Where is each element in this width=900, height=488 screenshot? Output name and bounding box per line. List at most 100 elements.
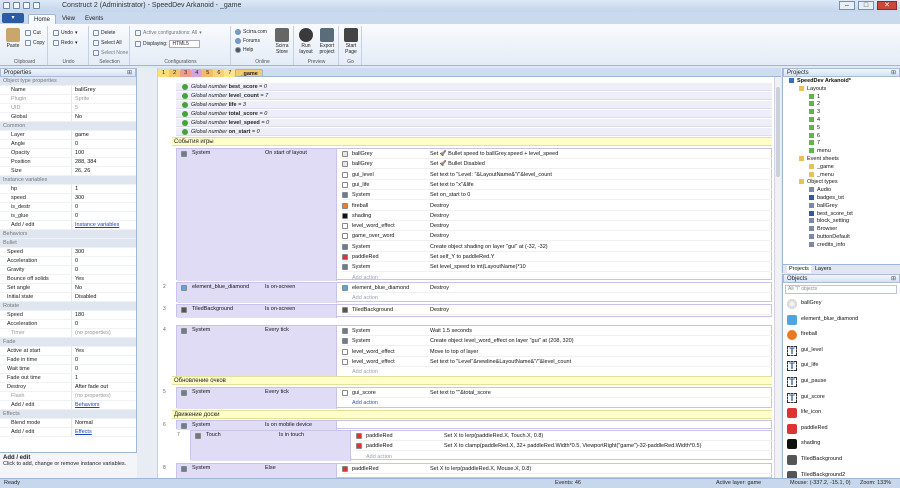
property-row[interactable]: Global No (0, 113, 136, 122)
action-row[interactable]: element_blue_diamond Destroy (342, 283, 772, 293)
editor-tab[interactable]: 3 (180, 69, 192, 77)
close-button[interactable]: ✕ (877, 1, 897, 10)
tree-item[interactable]: best_score_txt (783, 211, 900, 219)
property-value[interactable]: 288, 384 (72, 158, 136, 166)
property-row[interactable]: Plugin Sprite (0, 95, 136, 104)
tree-item[interactable]: 5 (783, 125, 900, 133)
pin-icon[interactable]: ⊞ (891, 275, 896, 284)
file-menu-button[interactable]: ▾ (2, 13, 24, 23)
select-none-button[interactable]: Select None (93, 50, 128, 56)
global-variable-row[interactable]: Global number on_start = 0 (176, 128, 772, 136)
condition-row[interactable]: System Every tick (177, 326, 337, 335)
tree-item[interactable]: Browser (783, 226, 900, 234)
select-all-button[interactable]: Select All (93, 40, 122, 46)
add-action-button[interactable]: Add action (342, 398, 772, 408)
event-sheet-scrollbar[interactable] (774, 77, 781, 478)
property-value[interactable]: 1 (72, 374, 136, 382)
tree-item[interactable]: _menu (783, 172, 900, 180)
property-value[interactable]: 0 (72, 203, 136, 211)
tree-item[interactable]: 4 (783, 117, 900, 125)
property-row[interactable]: Fade in time 0 (0, 356, 136, 365)
tree-item[interactable]: menu (783, 148, 900, 156)
event-block[interactable]: 7 Touch Is in touch paddleRed Set X to lerp(… (177, 430, 774, 462)
property-value[interactable]: Instance variables (72, 221, 136, 229)
property-row[interactable]: Speed 300 (0, 248, 136, 257)
pin-icon[interactable]: ⊞ (891, 69, 896, 78)
property-value[interactable]: 26, 26 (72, 167, 136, 175)
delete-button[interactable]: Delete (93, 30, 115, 36)
action-row[interactable]: System Set on_start to 0 (342, 190, 772, 201)
property-value[interactable]: (no properties) (72, 392, 136, 400)
action-row[interactable]: System Wait 1.5 seconds (342, 326, 772, 336)
property-row[interactable]: Layer game (0, 131, 136, 140)
property-value[interactable]: Behaviors (72, 401, 136, 409)
minimize-button[interactable]: – (839, 1, 855, 10)
tree-item[interactable]: SpeedDev Arkanoid* (783, 78, 900, 86)
maximize-button[interactable]: □ (858, 1, 874, 10)
property-row[interactable]: Blend mode Normal (0, 419, 136, 428)
copy-button[interactable]: Copy (25, 40, 45, 46)
condition-row[interactable]: System Every tick (177, 388, 337, 397)
event-block[interactable]: 5 System Every tick gui_score Set text to ""… (163, 387, 772, 409)
property-value[interactable]: Disabled (72, 293, 136, 301)
event-condition-area[interactable] (177, 149, 337, 281)
add-action-button[interactable]: Add action (342, 293, 772, 303)
cut-button[interactable]: Cut (25, 30, 41, 36)
property-row[interactable]: Angle 0 (0, 140, 136, 149)
object-item[interactable]: Tgui_level (783, 343, 900, 359)
pin-icon[interactable]: ⊞ (127, 69, 132, 78)
add-action-button[interactable]: Add action (356, 452, 774, 462)
property-row[interactable]: Timer (no properties) (0, 329, 136, 338)
scirra-store-button[interactable]: Scirra Store (272, 28, 292, 55)
editor-tab[interactable]: 4 (191, 69, 203, 77)
event-sheet[interactable]: Global number best_score = 0 Global numbe… (158, 77, 774, 478)
property-value[interactable]: ballGrey (72, 86, 136, 94)
run-layout-button[interactable]: Run layout (297, 28, 315, 55)
tab-projects[interactable]: Projects (787, 265, 811, 273)
property-row[interactable]: speed 300 (0, 194, 136, 203)
property-value[interactable]: 100 (72, 149, 136, 157)
tab-layers[interactable]: Layers (815, 265, 832, 273)
object-item[interactable]: element_blue_diamond (783, 312, 900, 328)
property-row[interactable]: Speed 180 (0, 311, 136, 320)
property-value[interactable]: No (72, 113, 136, 121)
property-value[interactable]: 0 (72, 320, 136, 328)
property-row[interactable]: hp 1 (0, 185, 136, 194)
tree-item[interactable]: 7 (783, 140, 900, 148)
action-row[interactable]: System Create object level_word_effect on… (342, 336, 772, 347)
global-variable-row[interactable]: Global number best_score = 0 (176, 83, 772, 91)
action-row[interactable]: System Set level_speed to int(LayoutName)… (342, 262, 772, 273)
object-item[interactable]: life_icon (783, 405, 900, 421)
active-configurations-select[interactable]: Active configurations: All ▾ (135, 30, 202, 36)
undo-icon[interactable] (23, 2, 30, 9)
forums-link[interactable]: Forums (235, 38, 260, 44)
action-row[interactable]: level_word_effect Set text to "Level"&new… (342, 357, 772, 367)
property-value[interactable]: No (72, 284, 136, 292)
condition-row[interactable]: System Else (177, 464, 337, 473)
action-row[interactable]: paddleRed Set X to lerp(paddleRed.X, Touc… (356, 431, 774, 441)
paste-button[interactable]: Paste (5, 28, 21, 49)
property-value[interactable]: 0 (72, 257, 136, 265)
objects-filter[interactable]: All "/" objects (785, 285, 897, 294)
property-row[interactable]: Name ballGrey (0, 86, 136, 95)
property-value[interactable]: game (72, 131, 136, 139)
tree-item[interactable]: 2 (783, 101, 900, 109)
tree-item[interactable]: Layouts (783, 86, 900, 94)
tree-item[interactable]: Audio (783, 187, 900, 195)
redo-button[interactable]: Redo ▾ (53, 40, 77, 46)
save-icon[interactable] (13, 2, 20, 9)
property-row[interactable]: is_glue 0 (0, 212, 136, 221)
condition-row[interactable]: System Is on mobile device (177, 421, 337, 430)
property-value[interactable]: Normal (72, 419, 136, 427)
comment-row[interactable]: Движение доски (172, 410, 772, 419)
property-row[interactable]: Add / edit Behaviors (0, 401, 136, 410)
tree-item[interactable]: ballGrey (783, 203, 900, 211)
editor-tab[interactable]: _game (235, 69, 263, 77)
action-row[interactable]: ballGrey Set 🚀 Bullet Disabled (342, 159, 772, 170)
object-item[interactable]: paddleRed (783, 421, 900, 437)
condition-row[interactable]: System On start of layout (177, 149, 337, 158)
tree-item[interactable]: badges_txt (783, 195, 900, 203)
object-item[interactable]: Tgui_score (783, 390, 900, 406)
help-link[interactable]: Help (235, 47, 253, 53)
action-row[interactable]: shading Destroy (342, 211, 772, 221)
